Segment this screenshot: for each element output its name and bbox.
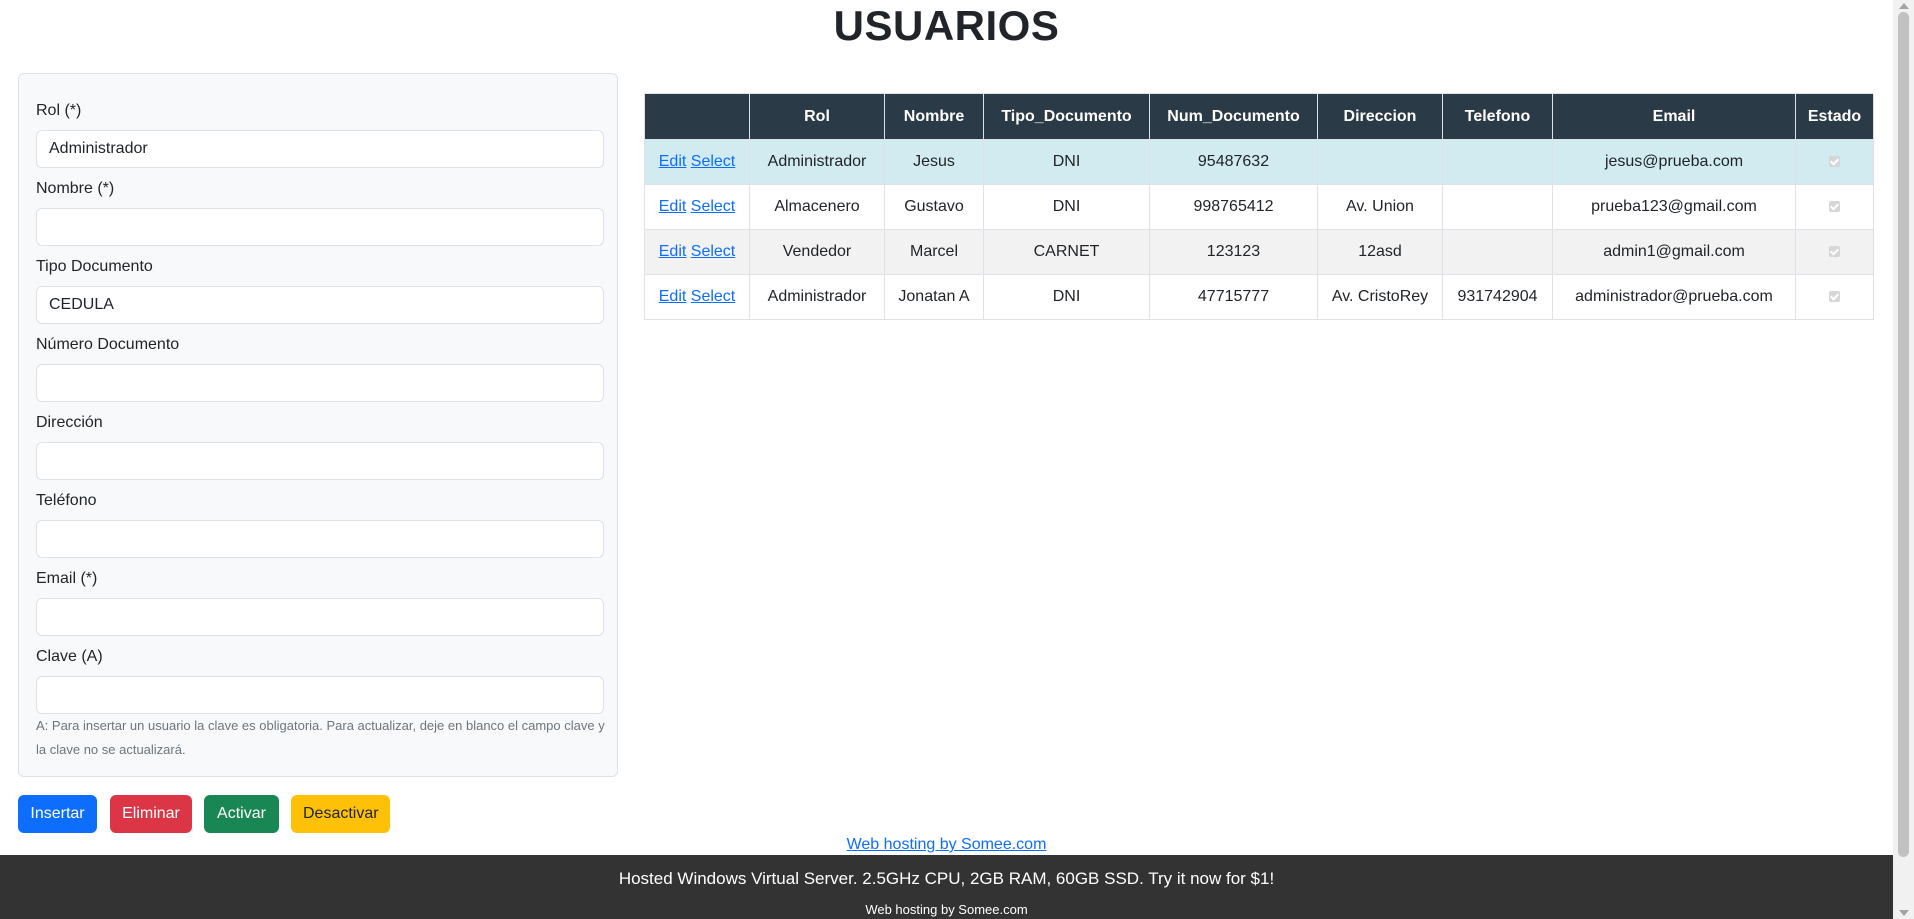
users-table: Rol Nombre Tipo_Documento Num_Documento …: [644, 93, 1874, 320]
column-header-rol: Rol: [749, 93, 885, 140]
scrollbar-thumb[interactable]: [1898, 12, 1909, 857]
cell-direccion: [1317, 139, 1443, 185]
select-link[interactable]: Select: [691, 198, 735, 215]
edit-link[interactable]: Edit: [659, 243, 687, 260]
rol-input[interactable]: [36, 130, 604, 168]
column-header-estado: Estado: [1795, 93, 1874, 140]
cell-telefono: 931742904: [1442, 274, 1553, 320]
cell-rol: Almacenero: [749, 184, 885, 230]
cell-telefono: [1442, 229, 1553, 275]
delete-button[interactable]: Eliminar: [110, 795, 192, 833]
edit-link[interactable]: Edit: [659, 153, 687, 170]
email-label: Email (*): [36, 570, 98, 587]
scroll-up-arrow-icon[interactable]: [1899, 3, 1909, 9]
cell-rol: Vendedor: [749, 229, 885, 275]
numero-documento-label: Número Documento: [36, 336, 180, 353]
nombre-label: Nombre (*): [36, 180, 115, 197]
cell-direccion: Av. CristoRey: [1317, 274, 1443, 320]
cell-email: admin1@gmail.com: [1552, 229, 1796, 275]
clave-input[interactable]: [36, 676, 604, 714]
hosting-banner-text[interactable]: Hosted Windows Virtual Server. 2.5GHz CP…: [0, 869, 1893, 889]
cell-direccion: 12asd: [1317, 229, 1443, 275]
activate-button[interactable]: Activar: [204, 795, 279, 833]
cell-num-documento: 998765412: [1149, 184, 1318, 230]
user-form: Rol (*) Nombre (*) Tipo Documento Número…: [18, 73, 618, 777]
cell-email: administrador@prueba.com: [1552, 274, 1796, 320]
cell-tipo-documento: DNI: [983, 274, 1150, 320]
row-actions: Edit Select: [644, 274, 750, 320]
tipo-documento-input[interactable]: [36, 286, 604, 324]
select-link[interactable]: Select: [691, 243, 735, 260]
row-actions: Edit Select: [644, 184, 750, 230]
email-input[interactable]: [36, 598, 604, 636]
cell-nombre: Jesus: [884, 139, 984, 185]
cell-nombre: Jonatan A: [884, 274, 984, 320]
column-header-telefono: Telefono: [1442, 93, 1553, 140]
scroll-down-arrow-icon[interactable]: [1899, 910, 1909, 916]
cell-tipo-documento: DNI: [983, 139, 1150, 185]
cell-num-documento: 95487632: [1149, 139, 1318, 185]
cell-direccion: Av. Union: [1317, 184, 1443, 230]
estado-checkbox: [1829, 291, 1840, 303]
nombre-input[interactable]: [36, 208, 604, 246]
deactivate-button[interactable]: Desactivar: [291, 795, 390, 833]
direccion-label: Dirección: [36, 414, 103, 431]
tipo-documento-label: Tipo Documento: [36, 258, 153, 275]
estado-checkbox: [1829, 201, 1840, 213]
hosting-banner: Hosted Windows Virtual Server. 2.5GHz CP…: [0, 855, 1893, 919]
column-header-tipo-documento: Tipo_Documento: [983, 93, 1150, 140]
cell-num-documento: 47715777: [1149, 274, 1318, 320]
cell-num-documento: 123123: [1149, 229, 1318, 275]
cell-estado: [1795, 139, 1874, 185]
page-title: USUARIOS: [833, 2, 1060, 49]
cell-email: jesus@prueba.com: [1552, 139, 1796, 185]
rol-label: Rol (*): [36, 102, 82, 119]
estado-checkbox: [1829, 246, 1840, 258]
table-header-row: Rol Nombre Tipo_Documento Num_Documento …: [644, 93, 1874, 140]
estado-checkbox: [1829, 156, 1840, 168]
table-row: Edit Select Almacenero Gustavo DNI 99876…: [644, 184, 1874, 230]
column-header-email: Email: [1552, 93, 1796, 140]
cell-tipo-documento: CARNET: [983, 229, 1150, 275]
web-hosting-link[interactable]: Web hosting by Somee.com: [0, 836, 1893, 854]
vertical-scrollbar[interactable]: [1893, 0, 1914, 919]
cell-estado: [1795, 229, 1874, 275]
password-note: A: Para insertar un usuario la clave es …: [36, 718, 605, 757]
insert-button[interactable]: Insertar: [18, 795, 97, 833]
edit-link[interactable]: Edit: [659, 288, 687, 305]
hosting-banner-subtext[interactable]: Web hosting by Somee.com: [0, 902, 1893, 917]
column-header-direccion: Direccion: [1317, 93, 1443, 140]
cell-telefono: [1442, 139, 1553, 185]
table-row: Edit Select Vendedor Marcel CARNET 12312…: [644, 229, 1874, 275]
select-link[interactable]: Select: [691, 153, 735, 170]
column-header-num-documento: Num_Documento: [1149, 93, 1318, 140]
cell-rol: Administrador: [749, 139, 885, 185]
cell-estado: [1795, 184, 1874, 230]
cell-rol: Administrador: [749, 274, 885, 320]
table-row: Edit Select Administrador Jonatan A DNI …: [644, 274, 1874, 320]
column-header-nombre: Nombre: [884, 93, 984, 140]
telefono-label: Teléfono: [36, 492, 97, 509]
cell-telefono: [1442, 184, 1553, 230]
column-header-actions: [644, 93, 750, 140]
telefono-input[interactable]: [36, 520, 604, 558]
cell-tipo-documento: DNI: [983, 184, 1150, 230]
select-link[interactable]: Select: [691, 288, 735, 305]
row-actions: Edit Select: [644, 139, 750, 185]
row-actions: Edit Select: [644, 229, 750, 275]
direccion-input[interactable]: [36, 442, 604, 480]
cell-nombre: Gustavo: [884, 184, 984, 230]
cell-email: prueba123@gmail.com: [1552, 184, 1796, 230]
cell-estado: [1795, 274, 1874, 320]
cell-nombre: Marcel: [884, 229, 984, 275]
clave-label: Clave (A): [36, 648, 103, 665]
table-row: Edit Select Administrador Jesus DNI 9548…: [644, 139, 1874, 185]
edit-link[interactable]: Edit: [659, 198, 687, 215]
numero-documento-input[interactable]: [36, 364, 604, 402]
